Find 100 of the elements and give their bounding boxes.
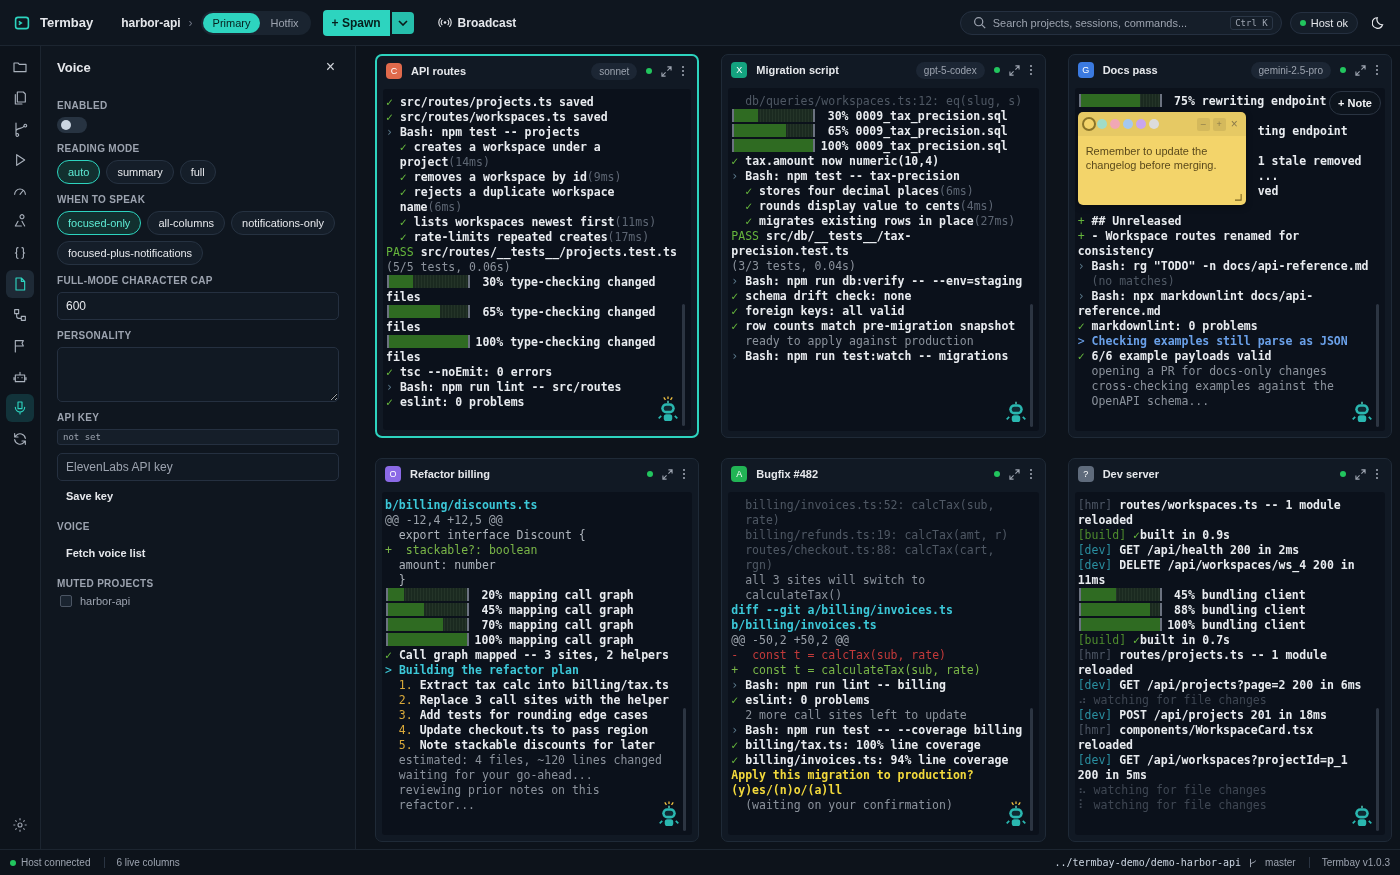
expand-icon[interactable] — [662, 468, 674, 480]
terminal-line: 1. Extract tax calc into billing/tax.ts — [397, 678, 670, 693]
terminal-line: [dev] GET /api/health 200 in 2ms — [1077, 543, 1301, 558]
terminal-line: ✓ tsc --noEmit: 0 errors — [386, 365, 554, 380]
color-swatch[interactable] — [1109, 119, 1120, 129]
terminal-line: 2 more call sites left to update — [744, 708, 968, 723]
section-label: VOICE — [57, 521, 90, 532]
resize-grip-icon[interactable] — [1234, 194, 1242, 201]
terminal-line: › Bash: npm run test:watch -- migrations — [731, 349, 1010, 364]
terminal-line: ting endpoint — [1257, 124, 1349, 139]
color-swatch[interactable] — [1135, 119, 1146, 129]
spawn-menu-button[interactable] — [391, 11, 414, 34]
save-key-button[interactable]: Save key — [57, 481, 123, 511]
terminal-line: opening a PR for docs-only changes — [1090, 364, 1328, 379]
moon-icon[interactable] — [1372, 15, 1386, 30]
search-input[interactable]: Search projects, sessions, commands... — [992, 16, 1224, 29]
expand-icon[interactable] — [1355, 64, 1366, 76]
progress-label: 100% 0009_tax_precision.sql — [819, 139, 1008, 153]
more-icon[interactable] — [681, 65, 686, 77]
scrollbar[interactable] — [1029, 708, 1033, 831]
more-icon[interactable] — [1375, 64, 1379, 76]
progress-label: 100% bundling client — [1166, 618, 1306, 632]
toggle-switch[interactable] — [57, 117, 87, 133]
terminal-line: ✓ foreign keys: all valid — [731, 304, 906, 319]
terminal-line: [dev] POST /api/projects 201 in 18ms — [1077, 708, 1328, 723]
settings-icon[interactable] — [12, 817, 28, 833]
scrollbar[interactable] — [682, 303, 686, 426]
terminal-line: ✓ billing/tax.ts: 100% line coverage — [731, 738, 982, 753]
panel-title: Migration script — [756, 64, 839, 76]
color-swatch[interactable] — [1122, 119, 1133, 129]
option-chip[interactable]: focused-plus-notifications — [57, 241, 204, 265]
branch-icon — [12, 121, 28, 137]
spawn-button[interactable]: + Spawn — [322, 9, 390, 36]
more-icon[interactable] — [1028, 64, 1033, 76]
fetch-voices-button[interactable]: Fetch voice list — [57, 538, 155, 568]
expand-icon[interactable] — [1008, 468, 1020, 480]
sidebar-item[interactable] — [6, 394, 34, 422]
color-swatch[interactable] — [1096, 119, 1107, 129]
terminal-line: 5. Note stackable discounts for later — [397, 738, 657, 753]
close-button[interactable]: × — [321, 58, 339, 76]
option-chip[interactable]: all-columns — [147, 211, 225, 235]
model-tag: gpt-5-codex — [915, 61, 985, 79]
progress-label: 75% rewriting endpoint — [1173, 94, 1327, 108]
sidebar-item[interactable] — [6, 270, 34, 298]
terminal-line: > Checking examples still parse as JSON — [1077, 334, 1349, 349]
terminal-line: ✓ schema drift check: none — [731, 289, 913, 304]
branch-icon — [1248, 857, 1259, 868]
scrollbar[interactable] — [683, 708, 687, 831]
add-note-button[interactable]: + Note — [1329, 91, 1381, 115]
option-chip[interactable]: focused-only — [57, 211, 142, 235]
terminal-line: + - Workspace routes renamed for consistency — [1077, 229, 1301, 259]
key-status: not set — [57, 429, 339, 445]
branch-tab[interactable]: Hotfix — [260, 12, 309, 33]
terminal-line: ready to apply against production — [744, 334, 975, 349]
terminal-line: PASS src/routes/__tests__/projects.test.ts — [386, 245, 678, 260]
more-icon[interactable] — [682, 468, 687, 480]
branch-tab[interactable]: Primary — [202, 12, 261, 33]
color-swatch[interactable] — [1083, 119, 1094, 129]
terminal-line: ✓ lists workspaces newest first(11ms) — [398, 215, 658, 230]
terminal-line: ✓ creates a workspace under a project(14ms) — [398, 140, 602, 170]
model-tag: sonnet — [591, 62, 638, 80]
terminal-line: 3. Add tests for rounding edge cases — [397, 708, 650, 723]
checkbox-label: harbor-api — [80, 595, 131, 607]
input-field[interactable]: 600 — [57, 292, 339, 320]
expand-icon[interactable] — [1008, 64, 1020, 76]
option-chip[interactable]: auto — [57, 160, 101, 184]
search-field[interactable]: Search projects, sessions, commands... Ctrl K — [959, 10, 1282, 35]
option-chip[interactable]: full — [179, 160, 216, 184]
logo-icon — [14, 14, 30, 31]
broadcast-button[interactable]: Broadcast — [431, 14, 523, 31]
section-label: MUTED PROJECTS — [57, 578, 154, 589]
option-chip[interactable]: notifications-only — [231, 211, 335, 235]
terminal-line: ✓ Call graph mapped -- 3 sites, 2 helpers — [385, 648, 670, 663]
terminal-line: diff --git a/billing/invoices.ts b/billing/invoices.ts — [731, 603, 954, 633]
more-icon[interactable] — [1375, 468, 1379, 480]
progress-label: 65% 0009_tax_precision.sql — [826, 124, 1008, 138]
color-swatch[interactable] — [1148, 119, 1159, 129]
checkbox[interactable] — [60, 595, 72, 607]
terminal-line: 4. Update checkout.ts to pass region — [397, 723, 650, 738]
terminal-line: estimated: 4 files, ~120 lines changed — [397, 753, 663, 768]
expand-icon[interactable] — [661, 65, 673, 77]
input-field[interactable]: ElevenLabs API key — [57, 453, 339, 481]
project-name[interactable]: harbor-api — [121, 15, 181, 30]
expand-icon[interactable] — [1355, 468, 1366, 480]
terminal-line: 1 stale removed — [1257, 154, 1363, 169]
scrollbar[interactable] — [1376, 304, 1379, 427]
terminal-line: (3/3 tests, 0.04s) — [731, 259, 857, 274]
status-dot — [646, 68, 653, 74]
terminal-line: billing/refunds.ts:19: calcTax(amt, r) — [744, 528, 1010, 543]
breadcrumb-separator: › — [188, 15, 193, 30]
scrollbar[interactable] — [1029, 304, 1033, 427]
option-chip[interactable]: summary — [106, 160, 174, 184]
terminal-line: › Bash: npm test -- projects — [386, 125, 581, 140]
more-icon[interactable] — [1028, 468, 1033, 480]
terminal-line: ⠴ watching for file changes — [1077, 693, 1268, 708]
terminal-line: - const t = calcTax(sub, rate) — [731, 648, 947, 663]
terminal-line: ✓ row counts match pre-migration snapshot — [731, 319, 1017, 334]
terminal-line: billing/invoices.ts:52: calcTax(sub, rate) — [744, 498, 996, 528]
terminal-line: › Bash: npm run test -- --coverage billing — [731, 723, 1024, 738]
scrollbar[interactable] — [1376, 708, 1379, 831]
